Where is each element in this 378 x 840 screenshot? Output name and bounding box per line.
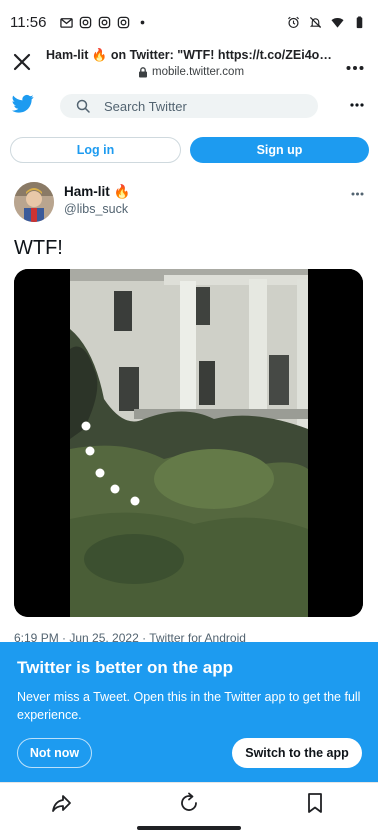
alarm-icon: [288, 16, 299, 28]
twitter-header: Search Twitter: [0, 84, 378, 128]
search-icon: [76, 99, 90, 113]
status-time: 11:56: [10, 13, 47, 31]
not-now-button[interactable]: Not now: [17, 738, 92, 768]
browser-bottom-toolbar: [0, 782, 378, 822]
instagram-icon: [99, 16, 111, 28]
twitter-logo-icon[interactable]: [12, 94, 34, 114]
app-promo-banner: Twitter is better on the app Never miss …: [0, 642, 378, 782]
custom-tab-bar: Ham-lit 🔥 on Twitter: "WTF! https://t.co…: [0, 44, 378, 82]
browser-menu-button[interactable]: [346, 58, 364, 76]
video-frame: [14, 269, 363, 617]
status-left: 11:56: [10, 14, 149, 31]
switch-to-app-button[interactable]: Switch to the app: [232, 738, 362, 768]
instagram-icon: [80, 16, 92, 28]
url-text: mobile.twitter.com: [152, 66, 245, 78]
tweet-author-name[interactable]: Ham-lit 🔥: [64, 184, 130, 200]
system-nav-area: [0, 822, 378, 840]
wifi-icon: [331, 17, 344, 28]
tweet-more-button[interactable]: [351, 184, 364, 199]
lock-icon: [139, 66, 147, 77]
sign-up-button[interactable]: Sign up: [190, 137, 369, 163]
tweet-author-handle[interactable]: @libs_suck: [64, 202, 128, 216]
more-horizontal-icon: [346, 66, 364, 70]
tweet-media-video[interactable]: [14, 269, 363, 617]
share-icon[interactable]: [50, 791, 74, 815]
header-more-button[interactable]: [350, 94, 364, 110]
page-title: Ham-lit 🔥 on Twitter: "WTF! https://t.co…: [46, 48, 336, 62]
banner-body: Never miss a Tweet. Open this in the Twi…: [17, 690, 361, 722]
log-in-button[interactable]: Log in: [10, 137, 181, 163]
more-horizontal-icon: [350, 103, 364, 107]
status-right: [287, 15, 366, 29]
battery-icon: [356, 15, 363, 28]
status-bar: 11:56: [0, 0, 378, 44]
gmail-icon: [60, 17, 74, 28]
notification-dot-icon: [141, 20, 145, 24]
bookmark-icon[interactable]: [303, 791, 327, 815]
avatar[interactable]: [14, 182, 54, 222]
refresh-icon[interactable]: [177, 791, 201, 815]
instagram-icon: [118, 16, 130, 28]
close-icon[interactable]: [10, 50, 34, 74]
banner-title: Twitter is better on the app: [17, 658, 233, 677]
gesture-nav-handle[interactable]: [137, 826, 241, 830]
more-horizontal-icon: [351, 192, 364, 196]
mute-icon: [309, 16, 322, 28]
url-display[interactable]: mobile.twitter.com: [138, 66, 244, 78]
avatar-image: [14, 182, 54, 222]
search-input[interactable]: Search Twitter: [104, 99, 187, 114]
tweet-text: WTF!: [14, 237, 63, 259]
search-bar[interactable]: Search Twitter: [60, 94, 318, 118]
